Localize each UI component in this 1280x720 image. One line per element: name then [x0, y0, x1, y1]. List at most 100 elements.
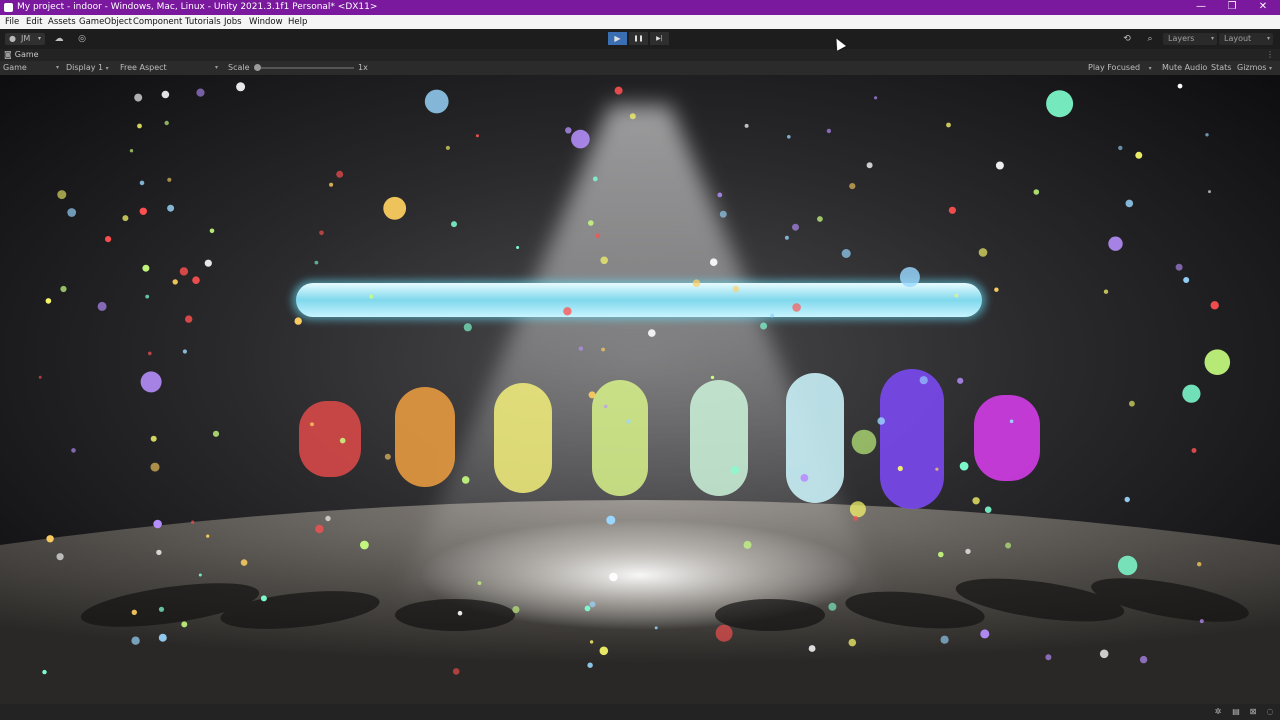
tab-menu-button[interactable]: ⋮ — [1266, 49, 1274, 61]
scale-slider-track[interactable] — [257, 67, 354, 69]
particle — [122, 215, 129, 222]
tab-game-label: Game — [14, 50, 39, 59]
stop-icon[interactable]: ⊠ — [1248, 707, 1258, 717]
particle — [191, 520, 195, 524]
particle — [206, 534, 210, 538]
user-icon: ● — [9, 34, 16, 43]
particle — [994, 287, 999, 292]
particle — [204, 259, 212, 267]
particle — [784, 235, 789, 240]
game-viewport[interactable] — [0, 75, 1280, 704]
play-button[interactable]: ▶ — [608, 32, 627, 45]
particle — [260, 595, 267, 602]
particle — [1005, 542, 1012, 549]
particle — [185, 315, 193, 323]
particle — [142, 264, 150, 272]
layers-icon[interactable]: ▤ — [1231, 707, 1241, 717]
account-dropdown[interactable]: ● JM ▾ — [5, 33, 45, 45]
particle — [310, 422, 314, 427]
particle — [97, 301, 107, 311]
particle — [978, 248, 988, 257]
particle — [599, 646, 609, 656]
particle — [512, 606, 520, 614]
particle — [744, 123, 749, 128]
particle — [866, 162, 873, 169]
circle-check-icon[interactable]: ◌ — [1265, 707, 1275, 717]
gizmos-dropdown[interactable]: Gizmos ▾ — [1237, 61, 1272, 76]
chevron-down-icon: ▾ — [105, 65, 109, 72]
particle — [946, 122, 951, 128]
menu-assets[interactable]: Assets — [48, 15, 76, 29]
glowing-bar — [292, 280, 986, 320]
gamepad-icon: ◙ — [4, 50, 12, 59]
collab-icon[interactable]: ◎ — [75, 33, 89, 45]
particle — [972, 497, 980, 505]
menu-window[interactable]: Window — [249, 15, 283, 29]
history-icon[interactable]: ⟲ — [1120, 33, 1134, 45]
layers-dropdown[interactable]: Layers ▾ — [1163, 33, 1217, 45]
particle — [874, 96, 878, 100]
particle — [965, 548, 971, 555]
particle — [571, 129, 590, 149]
chevron-down-icon: ▾ — [1269, 65, 1273, 72]
minimize-button[interactable]: — — [1186, 0, 1216, 15]
particle — [46, 535, 54, 543]
chevron-down-icon: ▾ — [1148, 65, 1152, 72]
stats-toggle[interactable]: Stats — [1211, 61, 1231, 75]
particle — [578, 346, 584, 351]
particle — [792, 223, 799, 231]
particle — [589, 601, 596, 608]
particle — [161, 90, 170, 99]
particle — [131, 609, 137, 615]
aspect-dropdown[interactable]: Free Aspect ▾ — [120, 61, 218, 75]
menu-help[interactable]: Help — [288, 15, 307, 29]
particle — [1129, 400, 1135, 407]
lime-capsule — [592, 380, 648, 496]
window-title-bar: My project - indoor - Windows, Mac, Linu… — [0, 0, 1280, 15]
play-focused-dropdown[interactable]: Play Focused ▾ — [1088, 61, 1152, 76]
particle — [1135, 151, 1143, 159]
particle — [1124, 496, 1130, 503]
menu-tutorials[interactable]: Tutorials — [185, 15, 221, 29]
particle — [150, 462, 160, 472]
particle — [1177, 83, 1183, 89]
game-mode-dropdown[interactable]: Game ▾ — [3, 61, 59, 75]
particle — [196, 88, 205, 97]
account-label: JM — [21, 34, 31, 43]
menu-component[interactable]: Component — [133, 15, 182, 29]
chevron-down-icon: ▾ — [1266, 35, 1270, 42]
step-button[interactable]: ▶| — [650, 32, 669, 45]
particle — [463, 323, 472, 332]
bug-icon[interactable]: ✲ — [1213, 707, 1223, 717]
particle — [1191, 448, 1197, 453]
particle — [601, 347, 605, 352]
particle — [692, 279, 701, 287]
display-dropdown[interactable]: Display 1 ▾ — [66, 61, 109, 76]
layout-dropdown[interactable]: Layout ▾ — [1219, 33, 1273, 45]
scale-slider-handle[interactable] — [254, 64, 261, 71]
particle — [339, 437, 346, 444]
tab-game[interactable]: ◙ Game — [4, 49, 39, 61]
particle — [294, 317, 302, 325]
particle — [45, 298, 52, 304]
pause-button[interactable]: ❚❚ — [629, 32, 648, 45]
mute-audio-toggle[interactable]: Mute Audio — [1162, 61, 1207, 75]
restore-button[interactable]: ❐ — [1217, 0, 1247, 15]
search-icon[interactable]: ⌕ — [1143, 33, 1157, 45]
particle — [57, 190, 67, 200]
particle — [336, 170, 344, 178]
menu-file[interactable]: File — [5, 15, 19, 29]
close-button[interactable]: ✕ — [1248, 0, 1278, 15]
menu-edit[interactable]: Edit — [26, 15, 42, 29]
particle — [940, 635, 949, 644]
particle — [131, 636, 140, 645]
cloud-icon[interactable]: ☁ — [52, 33, 66, 45]
particle — [877, 417, 885, 425]
particle — [38, 375, 42, 379]
menu-jobs[interactable]: Jobs — [224, 15, 242, 29]
menu-gameobject[interactable]: GameObject — [79, 15, 132, 29]
particle — [67, 208, 77, 217]
particle — [1139, 655, 1148, 664]
particle — [150, 435, 157, 442]
particle — [1118, 145, 1123, 151]
